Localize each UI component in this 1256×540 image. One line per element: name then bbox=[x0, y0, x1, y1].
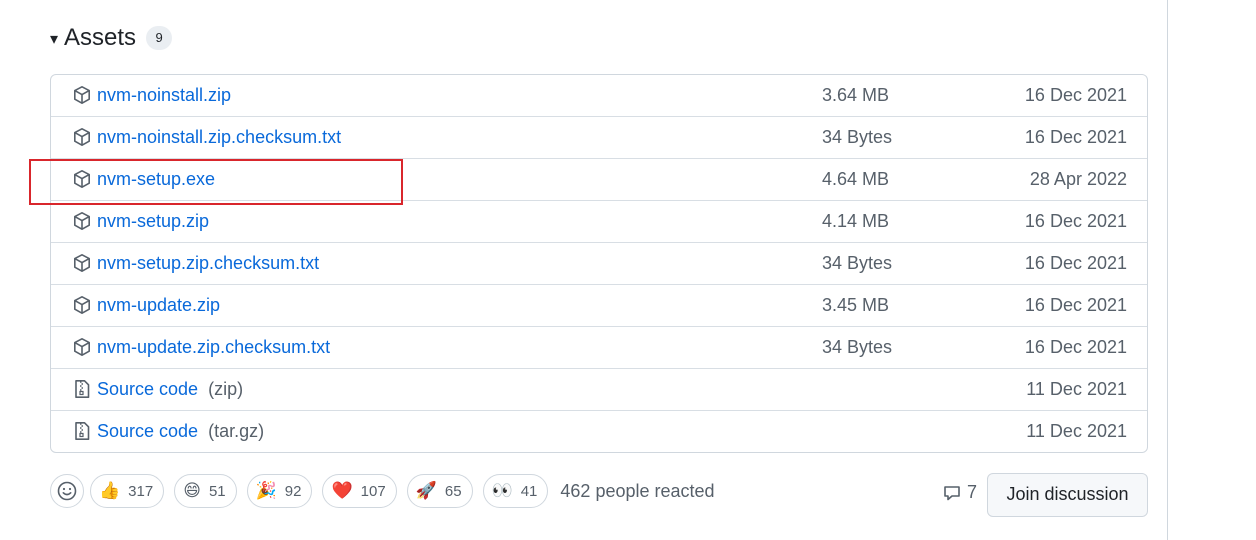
comment-icon bbox=[944, 485, 960, 500]
reaction-count: 65 bbox=[444, 482, 462, 500]
asset-size: 4.14 MB bbox=[822, 211, 890, 231]
asset-format-suffix: (zip) bbox=[208, 379, 244, 399]
asset-link[interactable]: nvm-setup.zip.checksum.txt bbox=[97, 253, 319, 274]
comment-count[interactable]: 7 bbox=[943, 482, 977, 503]
asset-name: nvm-setup.zip bbox=[97, 211, 210, 231]
reaction-count: 51 bbox=[208, 482, 226, 500]
reaction-count: 107 bbox=[360, 482, 386, 500]
asset-link[interactable]: Source code (zip) bbox=[97, 379, 243, 400]
asset-row: nvm-setup.zip.checksum.txt 34 Bytes 16 Dec… bbox=[51, 242, 1147, 284]
add-reaction-button[interactable] bbox=[50, 474, 84, 508]
asset-link[interactable]: nvm-update.zip bbox=[97, 295, 220, 316]
reaction-count: 92 bbox=[284, 482, 302, 500]
asset-name: nvm-noinstall.zip bbox=[97, 85, 232, 105]
asset-size: 4.64 MB bbox=[822, 169, 890, 189]
asset-date: 11 Dec 2021 bbox=[1026, 379, 1127, 399]
package-icon bbox=[72, 169, 92, 189]
reaction-button[interactable]: 👍 317 bbox=[90, 474, 165, 508]
asset-link[interactable]: nvm-setup.exe bbox=[97, 169, 215, 190]
asset-link[interactable]: nvm-setup.zip bbox=[97, 211, 209, 232]
reaction-button[interactable]: 😄 51 bbox=[174, 474, 237, 508]
reactions-bar: 👍 317 😄 51 🎉 92 ❤️ 107 🚀 65 👀 41 462 people reacted bbox=[50, 473, 715, 509]
asset-size: 34 Bytes bbox=[822, 253, 893, 273]
asset-size: 3.64 MB bbox=[822, 85, 890, 105]
reaction-button[interactable]: 🚀 65 bbox=[406, 474, 473, 508]
thumbs-up-icon: 👍 bbox=[99, 481, 121, 500]
asset-name: Source code bbox=[97, 379, 199, 399]
asset-name: nvm-update.zip bbox=[97, 295, 221, 315]
asset-name: nvm-update.zip.checksum.txt bbox=[97, 337, 331, 357]
assets-list: nvm-noinstall.zip 3.64 MB 16 Dec 2021 nvm-n… bbox=[50, 74, 1148, 453]
asset-name: nvm-noinstall.zip.checksum.txt bbox=[97, 127, 342, 147]
asset-row: nvm-noinstall.zip.checksum.txt 34 Bytes 16… bbox=[51, 116, 1147, 158]
asset-row: nvm-setup.zip 4.14 MB 16 Dec 2021 bbox=[51, 200, 1147, 242]
reaction-count: 41 bbox=[520, 482, 538, 500]
asset-date: 16 Dec 2021 bbox=[1024, 85, 1127, 105]
asset-date: 16 Dec 2021 bbox=[1024, 253, 1127, 273]
package-icon bbox=[72, 295, 92, 315]
asset-size: 34 Bytes bbox=[822, 127, 893, 147]
asset-row: Source code (zip) 11 Dec 2021 bbox=[51, 368, 1147, 410]
asset-link[interactable]: nvm-noinstall.zip.checksum.txt bbox=[97, 127, 341, 148]
reaction-button[interactable]: ❤️ 107 bbox=[322, 474, 397, 508]
asset-row: Source code (tar.gz) 11 Dec 2021 bbox=[51, 410, 1147, 452]
package-icon bbox=[72, 253, 92, 273]
asset-row: nvm-update.zip 3.45 MB 16 Dec 2021 bbox=[51, 284, 1147, 326]
reaction-button[interactable]: 👀 41 bbox=[482, 474, 549, 508]
reaction-button[interactable]: 🎉 92 bbox=[246, 474, 313, 508]
asset-row: nvm-noinstall.zip 3.64 MB 16 Dec 2021 bbox=[51, 75, 1147, 116]
asset-row: nvm-setup.exe 4.64 MB 28 Apr 2022 bbox=[51, 158, 1147, 200]
asset-date: 16 Dec 2021 bbox=[1024, 295, 1127, 315]
package-icon bbox=[72, 211, 92, 231]
asset-link[interactable]: nvm-noinstall.zip bbox=[97, 85, 231, 106]
tada-icon: 🎉 bbox=[255, 481, 277, 500]
asset-date: 16 Dec 2021 bbox=[1024, 211, 1127, 231]
asset-name: nvm-setup.zip.checksum.txt bbox=[97, 253, 320, 273]
smile-icon: 😄 bbox=[183, 481, 201, 500]
asset-name: nvm-setup.exe bbox=[97, 169, 216, 189]
asset-row: nvm-update.zip.checksum.txt 34 Bytes 16 De… bbox=[51, 326, 1147, 368]
package-icon bbox=[72, 127, 92, 147]
asset-date: 11 Dec 2021 bbox=[1026, 421, 1127, 441]
asset-link[interactable]: nvm-update.zip.checksum.txt bbox=[97, 337, 330, 358]
reaction-count: 317 bbox=[128, 482, 154, 500]
file-zip-icon bbox=[72, 421, 92, 441]
asset-date: 28 Apr 2022 bbox=[1029, 169, 1127, 189]
rocket-icon: 🚀 bbox=[415, 481, 437, 500]
reactions-summary: 462 people reacted bbox=[560, 480, 715, 501]
caret-down-icon: ▾ bbox=[50, 31, 59, 48]
heart-icon: ❤️ bbox=[331, 481, 353, 500]
assets-count-badge: 9 bbox=[146, 26, 173, 50]
asset-name: Source code bbox=[97, 421, 199, 441]
asset-date: 16 Dec 2021 bbox=[1024, 127, 1127, 147]
asset-link[interactable]: Source code (tar.gz) bbox=[97, 421, 264, 442]
asset-date: 16 Dec 2021 bbox=[1024, 337, 1127, 357]
package-icon bbox=[72, 337, 92, 357]
assets-title: Assets bbox=[64, 24, 137, 51]
asset-size: 34 Bytes bbox=[822, 337, 893, 357]
smiley-icon bbox=[57, 481, 77, 501]
assets-summary[interactable]: ▾ Assets 9 bbox=[50, 20, 173, 56]
asset-format-suffix: (tar.gz) bbox=[208, 421, 265, 441]
asset-size: 3.45 MB bbox=[822, 295, 890, 315]
eyes-icon: 👀 bbox=[491, 481, 513, 500]
file-zip-icon bbox=[72, 379, 92, 399]
package-icon bbox=[72, 85, 92, 105]
join-discussion-button[interactable]: Join discussion bbox=[987, 473, 1148, 517]
comment-count-value: 7 bbox=[967, 482, 978, 502]
